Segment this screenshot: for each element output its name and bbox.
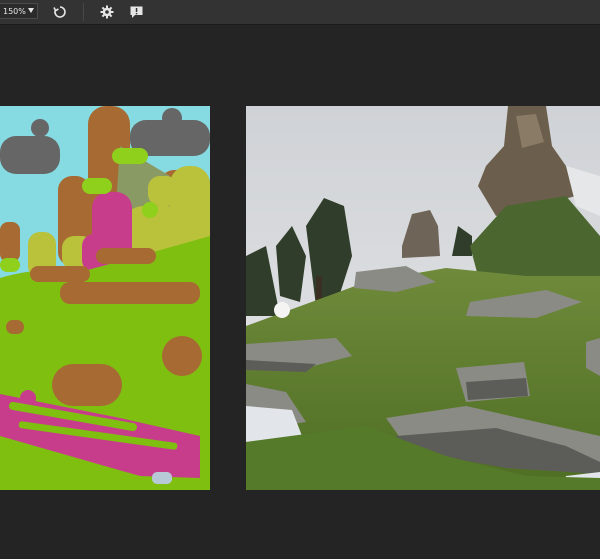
- toolbar-separator: [83, 3, 84, 21]
- zoom-select[interactable]: 150%: [0, 3, 38, 19]
- feedback-icon: [130, 6, 142, 18]
- settings-button[interactable]: [97, 2, 117, 22]
- landscape-image: [246, 106, 600, 490]
- chevron-down-icon: [28, 8, 34, 13]
- reset-button[interactable]: [50, 2, 70, 22]
- feedback-button[interactable]: [126, 2, 146, 22]
- segmentation-canvas[interactable]: [0, 106, 210, 490]
- reset-icon: [53, 6, 66, 18]
- gear-icon: [100, 5, 114, 19]
- segmentation-drawing: [0, 106, 210, 490]
- toolbar: 150%: [0, 0, 600, 25]
- generated-image: [246, 106, 600, 490]
- zoom-value: 150%: [3, 7, 26, 16]
